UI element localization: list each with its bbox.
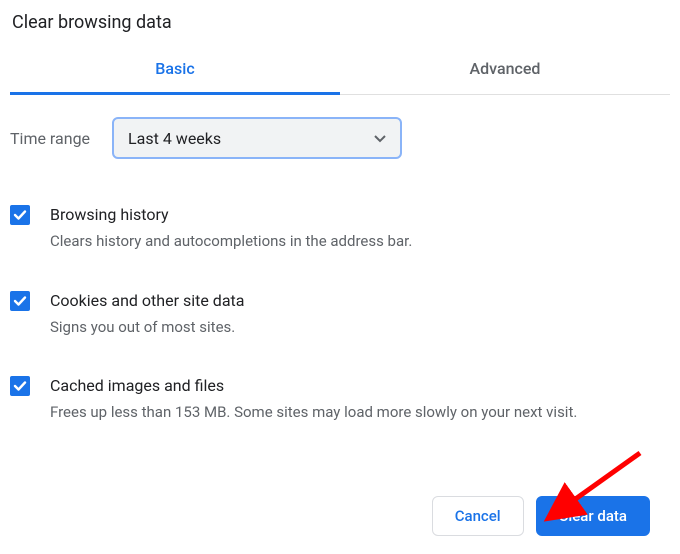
option-desc: Clears history and autocompletions in th… [50,227,670,255]
option-cookies: Cookies and other site data Signs you ou… [10,277,670,363]
time-range-row: Time range Last 4 weeks [10,95,670,173]
chevron-down-icon [374,129,386,147]
dialog-title: Clear browsing data [10,10,670,47]
option-body: Cached images and files Frees up less th… [50,374,670,426]
options-list: Browsing history Clears history and auto… [10,173,670,448]
option-desc: Signs you out of most sites. [50,313,670,341]
dialog-footer: Cancel Clear data [432,496,650,536]
checkbox-cached[interactable] [10,376,30,396]
clear-data-button[interactable]: Clear data [536,496,650,536]
time-range-select[interactable]: Last 4 weeks [112,117,402,159]
check-icon [13,294,27,308]
option-title: Browsing history [50,203,670,227]
option-cached: Cached images and files Frees up less th… [10,362,670,448]
option-title: Cached images and files [50,374,670,398]
cancel-button[interactable]: Cancel [432,496,524,536]
option-desc: Frees up less than 153 MB. Some sites ma… [50,398,670,426]
checkbox-cookies[interactable] [10,291,30,311]
clear-browsing-data-dialog: Clear browsing data Basic Advanced Time … [0,0,680,448]
check-icon [13,379,27,393]
tabs: Basic Advanced [10,47,670,95]
option-browsing-history: Browsing history Clears history and auto… [10,191,670,277]
option-body: Cookies and other site data Signs you ou… [50,289,670,341]
option-body: Browsing history Clears history and auto… [50,203,670,255]
checkbox-browsing-history[interactable] [10,205,30,225]
option-title: Cookies and other site data [50,289,670,313]
tab-basic[interactable]: Basic [10,47,340,95]
time-range-label: Time range [10,129,112,148]
check-icon [13,208,27,222]
time-range-value: Last 4 weeks [128,129,221,148]
tab-advanced[interactable]: Advanced [340,47,670,94]
